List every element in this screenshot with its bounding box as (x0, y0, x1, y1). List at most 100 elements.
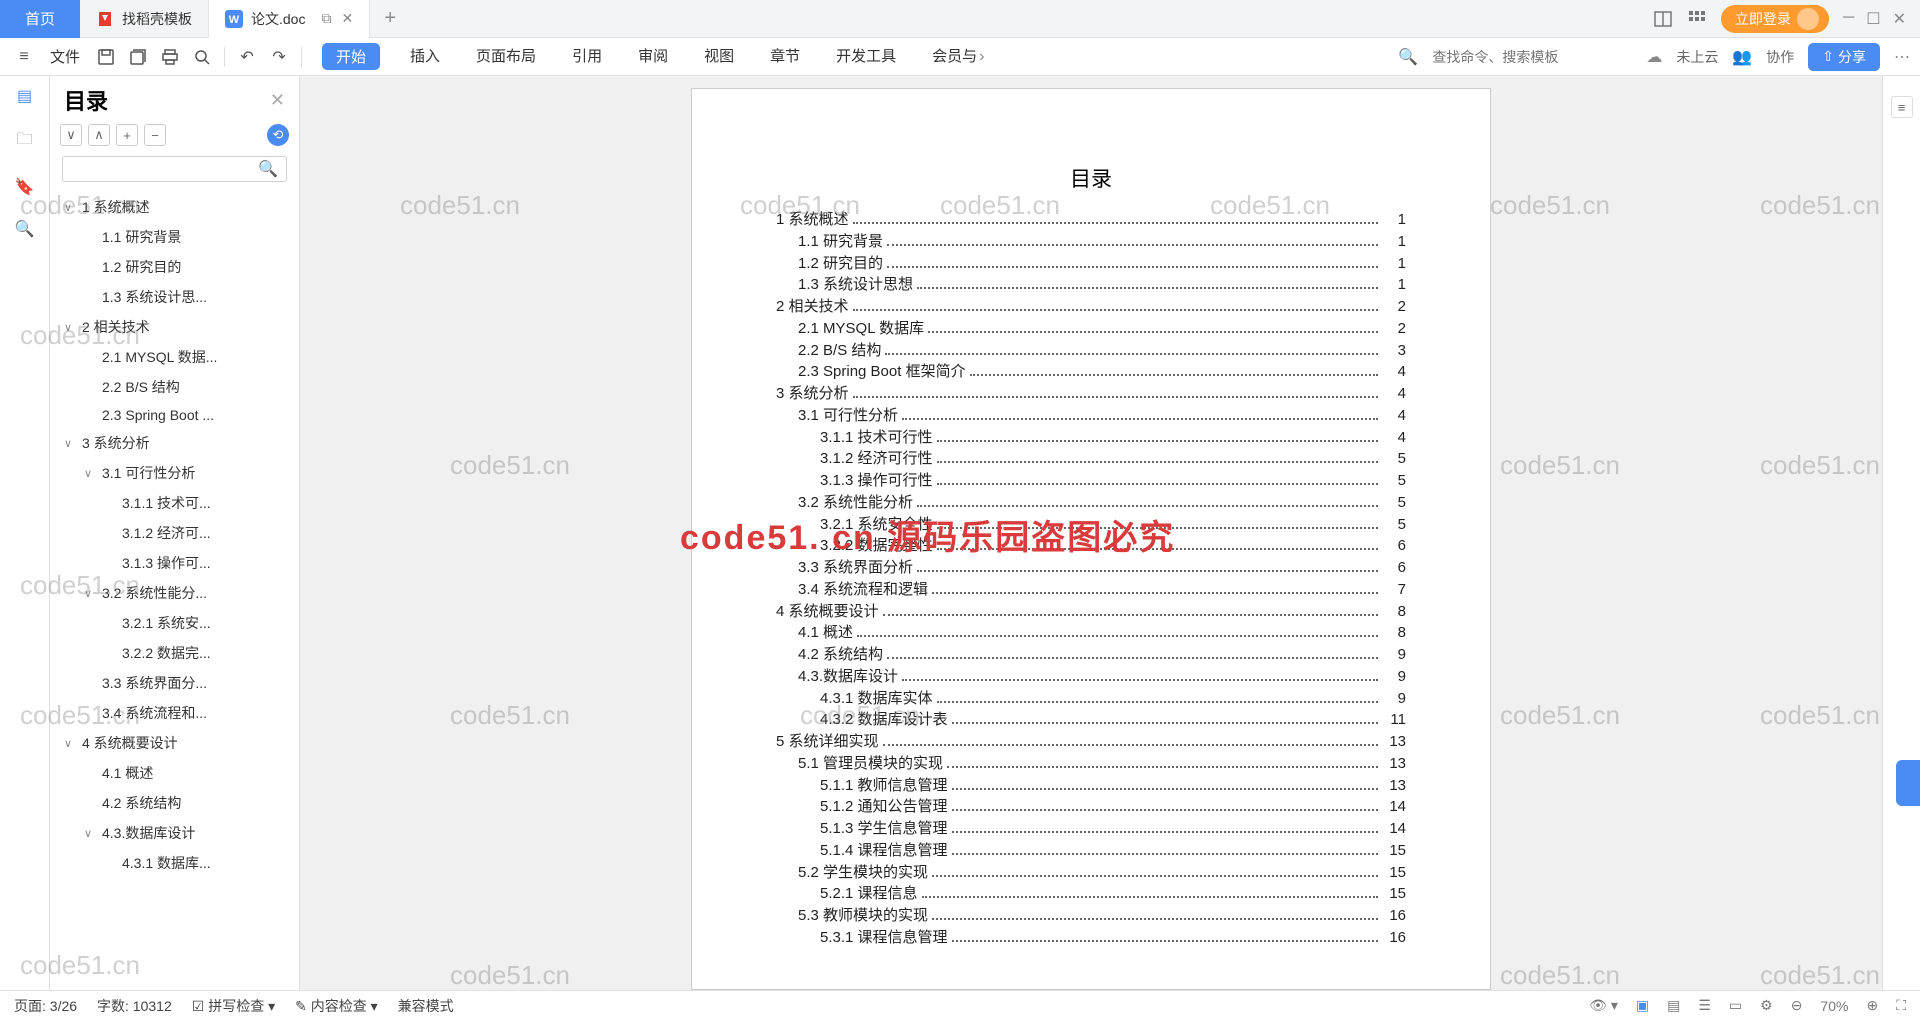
outline-item[interactable]: 1.2 研究目的 (50, 252, 299, 282)
zoom-level[interactable]: 70% (1820, 998, 1848, 1014)
search-rail-icon[interactable]: 🔍 (15, 219, 35, 239)
outline-item[interactable]: ∨3.1 可行性分析 (50, 458, 299, 488)
outline-item[interactable]: 2.3 Spring Boot ... (50, 402, 299, 428)
toc-row[interactable]: 5.2 学生模块的实现15 (776, 862, 1406, 884)
close-icon[interactable]: ✕ (1893, 9, 1906, 29)
eye-icon[interactable]: 👁 ▾ (1589, 997, 1618, 1014)
toc-row[interactable]: 3.2 系统性能分析5 (776, 492, 1406, 514)
toc-row[interactable]: 5.2.1 课程信息15 (776, 883, 1406, 905)
outline-item[interactable]: ∨1 系统概述 (50, 192, 299, 222)
preview-icon[interactable] (188, 43, 216, 71)
view-outline-icon[interactable]: ▤ (1667, 997, 1680, 1014)
outline-item[interactable]: 4.3.1 数据库... (50, 848, 299, 878)
panel-close-icon[interactable]: ✕ (270, 90, 285, 111)
toc-row[interactable]: 4.3.1 数据库实体9 (776, 688, 1406, 710)
tab-dev[interactable]: 开发工具 (830, 43, 902, 70)
tab-start[interactable]: 开始 (322, 43, 380, 70)
undo-icon[interactable]: ↶ (233, 43, 261, 71)
minimize-icon[interactable]: ─ (1843, 9, 1854, 29)
toc-row[interactable]: 5.3 教师模块的实现16 (776, 905, 1406, 927)
toc-row[interactable]: 2 相关技术2 (776, 296, 1406, 318)
outline-item[interactable]: 4.2 系统结构 (50, 788, 299, 818)
outline-item[interactable]: 3.3 系统界面分... (50, 668, 299, 698)
toc-row[interactable]: 2.2 B/S 结构3 (776, 340, 1406, 362)
file-menu[interactable]: 文件 (42, 46, 88, 67)
toc-row[interactable]: 5.1.1 教师信息管理13 (776, 775, 1406, 797)
zoom-in-button[interactable]: ⊕ (1866, 997, 1878, 1014)
panel-toggle-icon[interactable]: ≡ (1891, 96, 1913, 118)
outline-item[interactable]: 4.1 概述 (50, 758, 299, 788)
page-area[interactable]: 目录 1 系统概述11.1 研究背景11.2 研究目的11.3 系统设计思想12… (300, 76, 1882, 990)
more-icon[interactable]: ⋯ (1894, 47, 1910, 67)
toc-row[interactable]: 5.1 管理员模块的实现13 (776, 753, 1406, 775)
save-as-icon[interactable] (124, 43, 152, 71)
tab-close-icon[interactable]: ✕ (341, 10, 353, 27)
tab-review[interactable]: 审阅 (632, 43, 674, 70)
fit-icon[interactable]: ⛶ (1896, 997, 1906, 1014)
toc-row[interactable]: 5.1.3 学生信息管理14 (776, 818, 1406, 840)
overflow-icon[interactable]: › (979, 48, 984, 66)
outline-item[interactable]: 3.1.2 经济可... (50, 518, 299, 548)
outline-item[interactable]: 3.4 系统流程和... (50, 698, 299, 728)
view-reader-icon[interactable]: ▭ (1729, 997, 1742, 1014)
toc-row[interactable]: 4.2 系统结构9 (776, 644, 1406, 666)
cloud-icon[interactable]: ☁ (1646, 47, 1662, 67)
toc-row[interactable]: 4 系统概要设计8 (776, 601, 1406, 623)
add-button[interactable]: + (116, 124, 138, 146)
toc-row[interactable]: 1 系统概述1 (776, 209, 1406, 231)
tab-layout[interactable]: 页面布局 (470, 43, 542, 70)
outline-item[interactable]: 1.1 研究背景 (50, 222, 299, 252)
redo-icon[interactable]: ↷ (265, 43, 293, 71)
command-search-input[interactable] (1432, 44, 1632, 70)
feedback-tab[interactable] (1896, 760, 1920, 806)
outline-item[interactable]: ∨3.2 系统性能分... (50, 578, 299, 608)
toc-row[interactable]: 5.1.2 通知公告管理14 (776, 796, 1406, 818)
toc-row[interactable]: 2.3 Spring Boot 框架简介4 (776, 361, 1406, 383)
toc-row[interactable]: 4.3.数据库设计9 (776, 666, 1406, 688)
outline-icon[interactable]: ▤ (17, 86, 32, 106)
toc-row[interactable]: 3.3 系统界面分析6 (776, 557, 1406, 579)
outline-item[interactable]: 2.1 MYSQL 数据... (50, 342, 299, 372)
bookmark-icon[interactable]: 🔖 (15, 177, 35, 197)
print-icon[interactable] (156, 43, 184, 71)
zoom-out-button[interactable]: ⊖ (1791, 997, 1803, 1014)
outline-item[interactable]: 3.2.2 数据完... (50, 638, 299, 668)
view-web-icon[interactable]: ☰ (1698, 997, 1711, 1014)
tab-insert[interactable]: 插入 (404, 43, 446, 70)
outline-item[interactable]: ∨4.3.数据库设计 (50, 818, 299, 848)
home-tab[interactable]: 首页 (0, 0, 80, 38)
new-tab-button[interactable]: + (370, 7, 410, 30)
outline-item[interactable]: 1.3 系统设计思... (50, 282, 299, 312)
outline-search-input[interactable]: 🔍 (62, 156, 287, 182)
outline-item[interactable]: ∨4 系统概要设计 (50, 728, 299, 758)
cloud-status[interactable]: 未上云 (1676, 47, 1718, 67)
layout-icon[interactable] (1653, 9, 1673, 29)
settings-icon[interactable]: ⚙ (1760, 997, 1773, 1014)
tab-view[interactable]: 视图 (698, 43, 740, 70)
maximize-icon[interactable]: ☐ (1866, 9, 1880, 29)
page-indicator[interactable]: 页面: 3/26 (14, 996, 77, 1016)
toc-row[interactable]: 1.2 研究目的1 (776, 253, 1406, 275)
toc-row[interactable]: 1.1 研究背景1 (776, 231, 1406, 253)
sync-icon[interactable]: ⟲ (267, 124, 289, 146)
toc-row[interactable]: 3 系统分析4 (776, 383, 1406, 405)
outline-item[interactable]: ∨2 相关技术 (50, 312, 299, 342)
word-count[interactable]: 字数: 10312 (97, 996, 172, 1016)
spell-check[interactable]: ☑ 拼写检查 ▾ (192, 996, 275, 1016)
collab-button[interactable]: 协作 (1766, 47, 1794, 67)
toc-row[interactable]: 1.3 系统设计思想1 (776, 274, 1406, 296)
toc-row[interactable]: 5.1.4 课程信息管理15 (776, 840, 1406, 862)
login-button[interactable]: 立即登录 (1721, 5, 1829, 33)
outline-item[interactable]: ∨3 系统分析 (50, 428, 299, 458)
tab-document[interactable]: W 论文.doc ⧉ ✕ (209, 0, 370, 38)
outline-item[interactable]: 3.1.3 操作可... (50, 548, 299, 578)
content-check[interactable]: ✎ 内容检查 ▾ (295, 996, 378, 1016)
outline-item[interactable]: 3.2.1 系统安... (50, 608, 299, 638)
tab-member[interactable]: 会员与 (926, 43, 983, 70)
toc-row[interactable]: 5 系统详细实现13 (776, 731, 1406, 753)
folder-icon[interactable]: 🗀 (16, 128, 32, 155)
outline-item[interactable]: 3.1.1 技术可... (50, 488, 299, 518)
tab-docer[interactable]: 找稻壳模板 (80, 0, 209, 38)
view-page-icon[interactable]: ▣ (1636, 997, 1649, 1014)
outline-item[interactable]: 2.2 B/S 结构 (50, 372, 299, 402)
